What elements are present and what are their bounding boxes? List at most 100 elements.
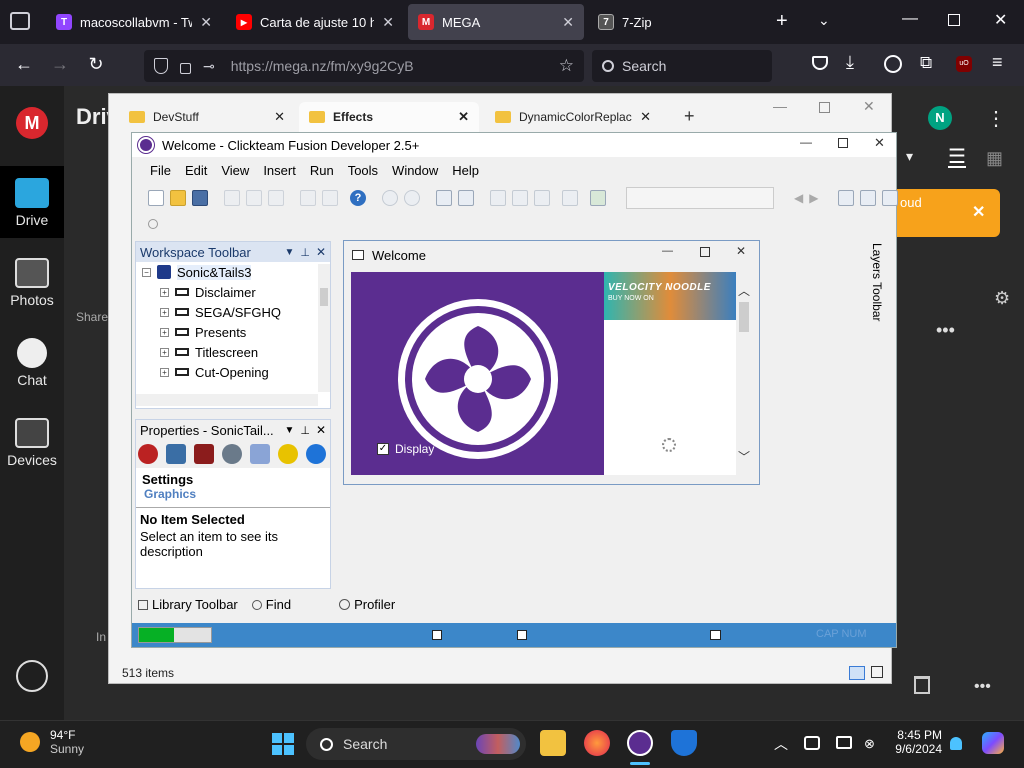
workspace-hscrollbar[interactable] — [136, 394, 318, 406]
forward-nav-icon[interactable] — [404, 190, 420, 206]
redo-icon[interactable] — [322, 190, 338, 206]
close-icon[interactable]: ✕ — [874, 135, 885, 151]
search-icon[interactable] — [148, 219, 158, 229]
open-folder-icon[interactable] — [170, 190, 186, 206]
chevron-up-icon[interactable]: ︿ — [774, 734, 788, 754]
account-icon[interactable] — [884, 55, 902, 73]
menu-insert[interactable]: Insert — [263, 163, 296, 178]
menu-help[interactable]: Help — [452, 163, 479, 178]
shield-icon[interactable] — [154, 58, 168, 74]
windows-tab-icon[interactable] — [306, 444, 326, 464]
new-tab-icon[interactable]: + — [684, 106, 695, 127]
explorer-tab-devstuff[interactable]: DevStuff ✕ — [119, 102, 295, 132]
details-view-icon[interactable] — [849, 666, 865, 680]
ublock-icon[interactable]: uO — [956, 56, 972, 72]
mega-nav-photos[interactable]: Photos — [0, 258, 64, 308]
runtime-tab-icon[interactable] — [194, 444, 214, 464]
pin-icon[interactable]: ⊥ — [300, 246, 310, 259]
close-icon[interactable]: ✕ — [863, 98, 875, 115]
weather-widget[interactable]: 94°F Sunny — [20, 728, 84, 756]
notification-bell-icon[interactable] — [950, 737, 962, 750]
back-nav-icon[interactable] — [382, 190, 398, 206]
more-horizontal-icon[interactable]: ••• — [936, 320, 955, 341]
start-button[interactable] — [272, 733, 294, 755]
tab-find[interactable]: Find — [251, 597, 291, 612]
lock-icon[interactable] — [180, 62, 191, 74]
mega-nav-drive[interactable]: Drive — [0, 166, 64, 238]
tree-item[interactable]: + Presents — [136, 322, 330, 342]
tree-item[interactable]: + Cut-Opening — [136, 362, 330, 382]
grid-toggle-icon[interactable] — [860, 190, 877, 206]
checkbox[interactable]: ✓ — [377, 443, 389, 455]
clickteam-taskbar-icon[interactable] — [627, 730, 653, 756]
next-icon[interactable]: ▶ — [809, 191, 818, 205]
firefox-taskbar-icon[interactable] — [584, 730, 610, 756]
network-off-icon[interactable] — [804, 736, 820, 750]
close-icon[interactable]: ✕ — [994, 10, 1007, 30]
extensions-icon[interactable]: ⧉ — [920, 53, 932, 73]
expand-icon[interactable]: + — [160, 347, 169, 357]
menu-window[interactable]: Window — [392, 163, 438, 178]
delete-icon[interactable] — [914, 676, 930, 694]
taskbar-search[interactable]: Search — [306, 728, 526, 760]
close-tab-icon[interactable]: ✕ — [382, 14, 394, 31]
storyboard-editor-icon[interactable] — [436, 190, 452, 206]
avatar[interactable]: N — [928, 106, 952, 130]
menu-run[interactable]: Run — [310, 163, 334, 178]
new-file-icon[interactable] — [148, 190, 164, 206]
menu-file[interactable]: File — [150, 163, 171, 178]
prev-icon[interactable]: ◀ — [794, 191, 803, 205]
browser-tab-twitch[interactable]: T macoscollabvm - Twitc ✕ — [46, 4, 222, 40]
picture-editor-icon[interactable] — [562, 190, 578, 206]
close-icon[interactable]: ✕ — [316, 245, 330, 259]
security-shield-taskbar-icon[interactable] — [671, 730, 697, 756]
zoom-combo[interactable] — [626, 187, 774, 209]
values-tab-icon[interactable] — [222, 444, 242, 464]
close-tab-icon[interactable]: ✕ — [640, 109, 651, 125]
close-icon[interactable]: ✕ — [972, 202, 985, 222]
maximize-icon[interactable] — [819, 102, 830, 113]
back-icon[interactable]: ← — [8, 48, 40, 80]
tree-item[interactable]: + Titlescreen — [136, 342, 330, 362]
permissions-icon[interactable]: ⊸ — [203, 58, 215, 75]
reload-icon[interactable]: ↻ — [80, 48, 112, 80]
cloud-banner[interactable]: oud ✕ — [896, 189, 1000, 237]
minimize-icon[interactable]: — — [800, 135, 812, 149]
close-tab-icon[interactable]: ✕ — [458, 109, 469, 125]
close-tab-icon[interactable]: ✕ — [562, 14, 574, 31]
explorer-tab-dynamiccolor[interactable]: DynamicColorReplac ✕ — [485, 102, 661, 132]
help-icon[interactable]: ? — [350, 190, 366, 206]
url-bar[interactable]: ⊸ https://mega.nz/fm/xy9g2CyB ☆ — [144, 50, 584, 82]
chevron-down-icon[interactable]: ▼ — [284, 247, 294, 258]
chevron-down-icon[interactable]: ▼ — [284, 425, 294, 436]
restore-icon[interactable] — [948, 14, 960, 26]
paste-icon[interactable] — [268, 190, 284, 206]
display-tab-icon[interactable] — [166, 444, 186, 464]
tab-library-toolbar[interactable]: Library Toolbar — [138, 597, 238, 612]
settings-gear-icon[interactable]: ⚙ — [994, 288, 1010, 309]
run-icon[interactable] — [590, 190, 606, 206]
expand-icon[interactable]: + — [160, 307, 169, 317]
new-tab-icon[interactable]: + — [776, 10, 788, 33]
tree-item[interactable]: + SEGA/SFGHQ — [136, 302, 330, 322]
cut-icon[interactable] — [224, 190, 240, 206]
file-explorer-taskbar-icon[interactable] — [540, 730, 566, 756]
scroll-thumb[interactable] — [320, 288, 328, 306]
display-icon[interactable] — [836, 736, 852, 749]
mega-nav-chat[interactable]: Chat — [0, 338, 64, 388]
chevron-down-icon[interactable]: ﹀ — [738, 448, 750, 465]
fullscreen-icon[interactable] — [882, 190, 899, 206]
velocity-noodle-ad[interactable]: VELOCITY NOODLE BUY NOW ON — [604, 272, 736, 320]
tree-item[interactable]: + Disclaimer — [136, 282, 330, 302]
scroll-thumb[interactable] — [739, 302, 749, 332]
layout-icon[interactable] — [838, 190, 855, 206]
expand-icon[interactable]: + — [160, 367, 169, 377]
list-view-icon[interactable]: ☰ — [948, 147, 966, 168]
settings-section[interactable]: Settings — [136, 468, 330, 487]
hamburger-menu-icon[interactable]: ≡ — [992, 52, 1003, 73]
news-scrollbar[interactable]: ︿ ﹀ — [736, 272, 752, 475]
graphics-subsection[interactable]: Graphics — [136, 487, 330, 501]
forward-icon[interactable]: → — [44, 48, 76, 80]
maximize-icon[interactable] — [838, 138, 848, 148]
close-icon[interactable]: ✕ — [316, 423, 330, 437]
